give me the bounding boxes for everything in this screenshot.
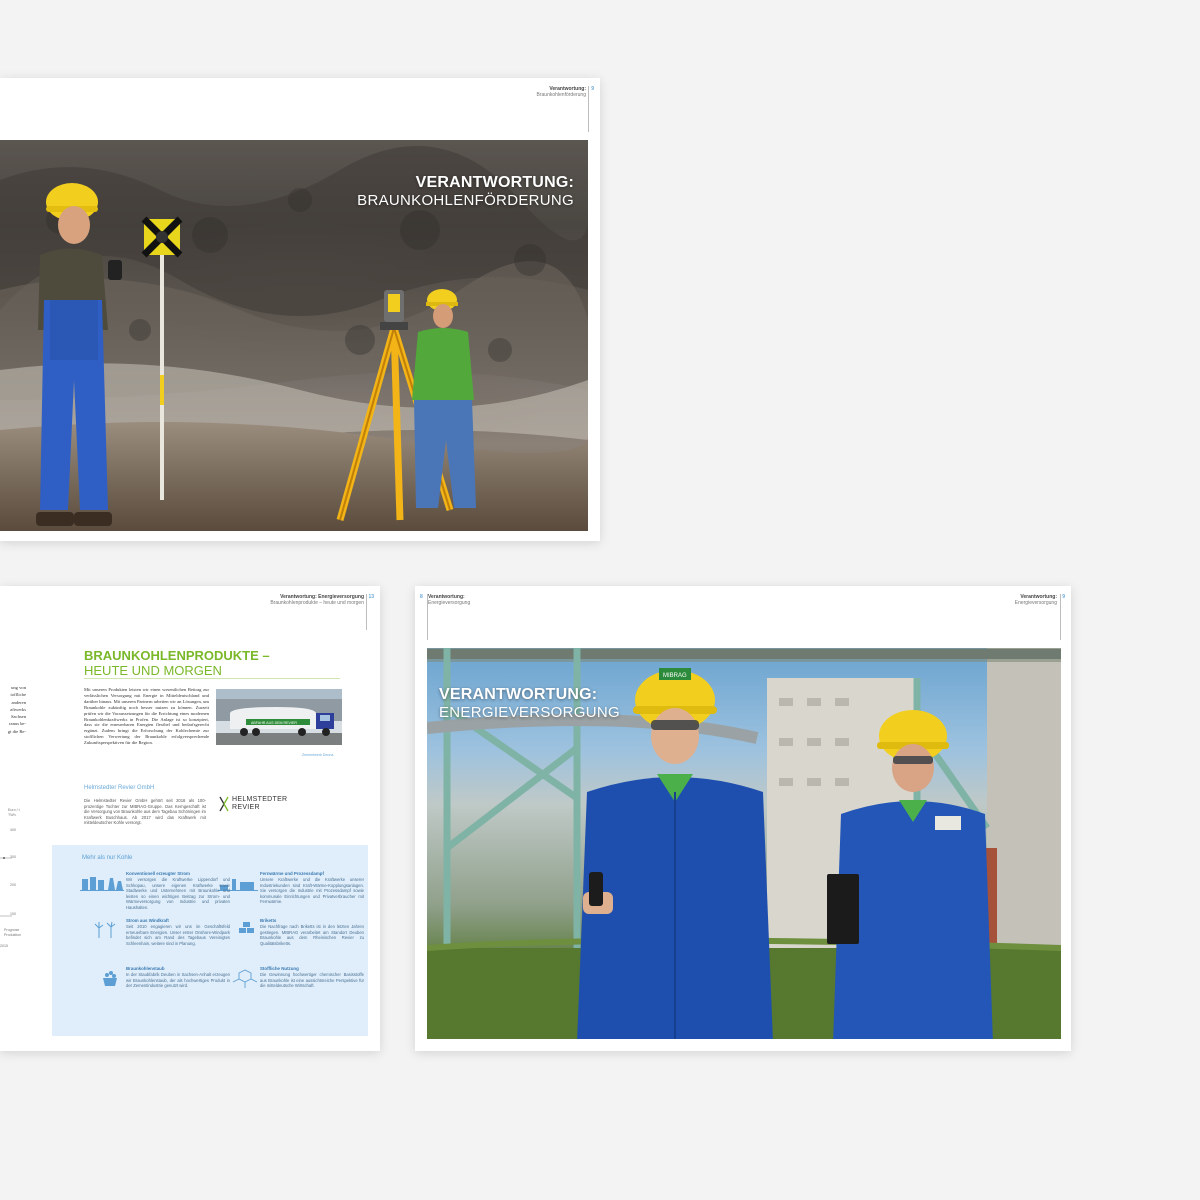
info-item-text: In der Staubfabrik Deuben in Sachsen-Anh… [126, 972, 230, 988]
legend-label: Prognose [4, 928, 20, 932]
page-number-left: 8 [420, 594, 423, 600]
brochure-page-energieversorgung: 8 Verantwortung: Energieversorgung Veran… [415, 586, 1071, 1051]
info-item-briketts: Briketts Die Nachfrage nach Briketts ist… [260, 918, 364, 946]
info-box-mehr-als-nur-kohle: Mehr als nur Kohle Konventionell erzeugt… [52, 845, 368, 1036]
truck-label: ABFAHR AUS DEM REVIER [251, 721, 297, 725]
running-header-right: Verantwortung: Energieversorgung 9 [1014, 594, 1065, 606]
section-title-line-1: BRAUNKOHLENPRODUKTE – [84, 648, 270, 663]
cropped-line: gt die Re- [7, 728, 26, 734]
subsection-text: Die Helmstedter Revier GmbH gehört seit … [84, 798, 206, 825]
photo-silo-truck: ABFAHR AUS DEM REVIER [216, 689, 342, 745]
info-item-braunkohlenstaub: Braunkohlenstaub In der Staubfabrik Deub… [126, 966, 230, 989]
headline-light: ENERGIEVERSORGUNG [439, 704, 620, 721]
logo-chevrons-icon [219, 796, 229, 812]
info-item-text: Die Gewinnung hochwertiger chemischer Ba… [260, 972, 364, 988]
cropped-line: aftwerks [10, 706, 26, 712]
info-item-text: Seit 2010 engagieren wir uns im Geschäft… [126, 924, 230, 946]
info-item-stoffliche-nutzung: Stoffliche Nutzung Die Gewinnung hochwer… [260, 966, 364, 989]
cropped-line: ranus be- [9, 721, 26, 727]
header-left-subtitle: Energieversorgung [428, 600, 471, 606]
wind-turbine-icon [94, 921, 116, 938]
senior-worker-figure [827, 710, 993, 1039]
headline-bold: VERANTWORTUNG: [415, 174, 574, 191]
photo-workers-at-power-plant: MIBRAG VERANTWORTUNG: ENERGIEVERSORGUNG [427, 648, 1061, 1039]
info-item-text: Wir versorgen die Kraftwerke Lippendorf … [126, 877, 230, 910]
body-text: Mit unseren Produkten leisten wir einen … [84, 687, 209, 746]
page-number-right: 9 [1062, 594, 1065, 600]
info-item-text: Unsere Kraftwerke und die Kraftwerke uns… [260, 877, 364, 904]
chart-remnant [0, 857, 12, 917]
silo-truck-illustration: ABFAHR AUS DEM REVIER [216, 689, 342, 745]
header-right-subtitle: Energieversorgung [1014, 600, 1057, 606]
section-title-line-2: HEUTE UND MORGEN [84, 663, 222, 678]
briquette-icon [239, 922, 254, 933]
logo-text-line-2: REVIER [232, 803, 260, 811]
section-rule [84, 678, 340, 679]
surveyor-man-figure [36, 183, 122, 526]
header-subtitle: Braunkohlenförderung [536, 92, 586, 98]
section-title: BRAUNKOHLENPRODUKTE – HEUTE UND MORGEN [84, 648, 270, 678]
running-header: Verantwortung: Energieversorgung Braunko… [270, 594, 374, 606]
power-plant-icon [80, 877, 124, 891]
coal-dust-icon [103, 971, 117, 986]
subsection-title: Helmstedter Revier GmbH [84, 785, 155, 791]
header-rule-right [1060, 594, 1061, 640]
axis-label: TWh [8, 813, 16, 817]
axis-label: Euro / t [8, 808, 20, 812]
info-item-text: Die Nachfrage nach Briketts ist in den l… [260, 924, 364, 946]
headline-bold: VERANTWORTUNG: [439, 686, 598, 703]
running-header: Verantwortung: Braunkohlenförderung 9 [536, 86, 594, 98]
surveyor-woman-with-tripod [336, 289, 476, 521]
legend-label: Produktion [4, 933, 22, 937]
logo-text-line-1: HELMSTEDTER [232, 796, 288, 803]
headline-braunkohlenfoerderung: VERANTWORTUNG: BRAUNKOHLENFÖRDERUNG [357, 174, 574, 209]
surveying-prism-pole [141, 216, 183, 500]
header-rule [366, 594, 367, 630]
photo-surveyors-in-mine: VERANTWORTUNG: BRAUNKOHLENFÖRDERUNG [0, 140, 588, 531]
box-title: Mehr als nur Kohle [82, 855, 133, 861]
headline-light: BRAUNKOHLENFÖRDERUNG [357, 192, 574, 209]
cropped-line: ung von [11, 685, 26, 690]
header-rule [588, 86, 589, 132]
axis-tick-label: 2015 [0, 944, 8, 948]
info-item-fernwaerme: Fernwärme und Prozessdampf Unsere Kraftw… [260, 871, 364, 905]
page-number: 9 [591, 86, 594, 92]
page-number: 13 [368, 594, 374, 600]
molecule-icon [232, 969, 258, 988]
brochure-page-braunkohlenfoerderung: Verantwortung: Braunkohlenförderung 9 VE… [0, 78, 600, 541]
info-item-windkraft: Strom aus Windkraft Seit 2010 engagieren… [126, 918, 230, 946]
axis-tick-label: 400 [10, 828, 16, 832]
cropped-line: Sachsen [10, 714, 26, 720]
image-caption: Zementwerk Deuna [302, 753, 334, 757]
cropped-previous-column: ung von toffliche anderen aftwerks Sachs… [0, 684, 26, 735]
header-subtitle: Braunkohlenprodukte – heute und morgen [270, 600, 364, 606]
helmet-logo-text: MIBRAG [663, 673, 687, 679]
cropped-line: anderen [11, 699, 26, 705]
running-header-left: 8 Verantwortung: Energieversorgung [420, 594, 471, 606]
cropped-line: toffliche [10, 692, 26, 698]
header-rule-left [427, 594, 428, 640]
info-item-konventionell-strom: Konventionell erzeugter Strom Wir versor… [126, 871, 230, 910]
headline-energieversorgung: VERANTWORTUNG: ENERGIEVERSORGUNG [439, 686, 620, 721]
brochure-page-braunkohlenprodukte: Verantwortung: Energieversorgung Braunko… [0, 586, 380, 1051]
